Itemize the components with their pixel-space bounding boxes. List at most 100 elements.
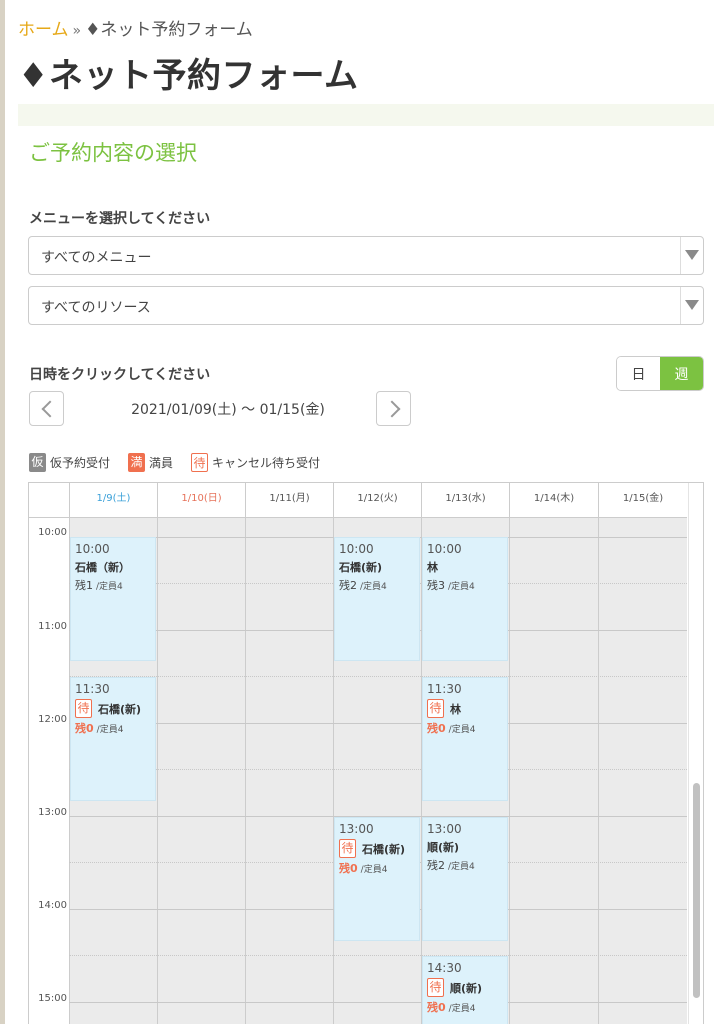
reservation-slot[interactable]: 13:00 待石橋(新) 残0/定員4 [334,817,420,941]
day-column[interactable] [509,518,598,1024]
waitlist-badge: 待 [75,699,92,718]
slot-staff: 待石橋(新) [75,699,151,718]
slot-staff-name: 石橋(新) [98,702,142,716]
day-column[interactable] [598,518,687,1024]
week-view-button[interactable]: 週 [660,357,703,390]
slot-staff-name: 石橋(新) [362,842,406,856]
time-label: 10:00 [38,527,67,538]
slot-capacity: /定員4 [96,725,124,735]
slot-staff-name: 順(新) [450,981,483,995]
grid-line [69,769,687,770]
slot-staff-name: 林 [427,561,438,574]
full-badge: 満 [128,453,146,472]
day-header: 1/14(木) [509,483,598,517]
slot-capacity: /定員4 [448,862,475,872]
slot-remaining: 残0/定員4 [427,720,503,736]
chevron-left-icon [41,400,59,418]
waitlist-badge: 待 [427,699,444,718]
resource-select-value: すべてのリソース [41,300,151,316]
legend-label: 満員 [149,456,174,470]
header-corner [29,483,69,517]
slot-staff: 待林 [427,699,503,718]
slot-remaining-count: 残3 [427,579,445,592]
page-title: ♦ネット予約フォーム [18,56,359,96]
slot-capacity: /定員4 [448,725,476,735]
day-view-button[interactable]: 日 [617,357,660,390]
reservation-slot[interactable]: 10:00 石橋（新） 残1/定員4 [70,537,156,661]
menu-select[interactable]: すべてのメニュー [28,236,704,275]
breadcrumb-home-link[interactable]: ホーム [18,20,69,40]
view-toggle: 日 週 [616,356,704,391]
slot-time: 11:30 [427,682,462,696]
slot-staff-name: 林 [450,702,461,716]
scrollbar-thumb[interactable] [693,783,700,998]
day-header: 1/13(水) [421,483,509,517]
slot-remaining-count: 残1 [75,579,93,592]
breadcrumb-current: ♦ネット予約フォーム [85,20,253,40]
slot-time: 10:00 [427,542,462,556]
time-label: 14:00 [38,900,67,911]
slot-remaining: 残0/定員4 [75,720,151,736]
resource-select[interactable]: すべてのリソース [28,286,704,325]
date-range: 2021/01/09(土) ～ 01/15(金) [131,402,325,418]
slot-capacity: /定員4 [96,582,123,592]
slot-remaining: 残2/定員4 [339,577,415,593]
day-header: 1/15(金) [598,483,687,517]
calendar-header: 1/9(土) 1/10(日) 1/11(月) 1/12(火) 1/13(水) 1… [29,483,687,518]
time-column: 10:00 11:00 12:00 13:00 14:00 15:00 [29,518,69,1024]
slot-time: 11:30 [75,682,110,696]
reservation-slot[interactable]: 11:30 待林 残0/定員4 [422,677,508,801]
day-column[interactable] [157,518,245,1024]
slot-staff: 林 [427,559,503,575]
slot-remaining: 残0/定員4 [339,860,415,876]
reservation-slot[interactable]: 11:30 待石橋(新) 残0/定員4 [70,677,156,801]
legend: 仮 仮予約受付 満 満員 待 キャンセル待ち受付 [29,453,338,472]
slot-capacity: /定員4 [360,582,387,592]
reservation-slot[interactable]: 14:30 待順(新) 残0/定員4 [422,956,508,1024]
left-border-stripe [0,0,5,1024]
resource-select-arrow-box [680,287,703,324]
slot-time: 13:00 [339,822,374,836]
day-header: 1/10(日) [157,483,245,517]
menu-select-label: メニューを選択してください [29,211,211,227]
slot-staff-name: 石橋（新） [75,561,130,574]
waitlist-badge: 待 [191,453,209,472]
reservation-slot[interactable]: 10:00 石橋(新) 残2/定員4 [334,537,420,661]
grid-line [69,676,687,677]
slot-capacity: /定員4 [448,582,475,592]
day-header: 1/9(土) [69,483,157,517]
slot-remaining: 残2/定員4 [427,857,503,873]
prev-week-button[interactable] [29,391,64,426]
legend-label: 仮予約受付 [50,456,111,470]
waitlist-badge: 待 [427,978,444,997]
breadcrumb: ホーム» ♦ネット予約フォーム [18,15,253,40]
grid-line [69,723,687,724]
calendar-body: 10:00 11:00 12:00 13:00 14:00 15:00 10:0… [29,518,687,1024]
time-label: 11:00 [38,621,67,632]
slot-time: 13:00 [427,822,462,836]
menu-select-value: すべてのメニュー [41,250,152,266]
breadcrumb-separator: » [72,23,82,39]
next-week-button[interactable] [376,391,411,426]
slot-remaining: 残3/定員4 [427,577,503,593]
chevron-down-icon [685,300,699,310]
slot-remaining-count: 残2 [339,579,357,592]
legend-item-waitlist: 待 キャンセル待ち受付 [191,453,320,472]
slot-remaining-count: 残0 [427,722,446,735]
provisional-badge: 仮 [29,453,46,472]
slot-remaining-count: 残0 [427,1001,446,1014]
slot-capacity: /定員4 [448,1004,476,1014]
reservation-slot[interactable]: 13:00 順(新) 残2/定員4 [422,817,508,941]
calendar-scrollbar[interactable] [688,483,703,1024]
day-column[interactable] [245,518,333,1024]
menu-select-arrow-box [680,237,703,274]
datetime-label: 日時をクリックしてください [29,367,211,383]
slot-remaining-count: 残0 [339,862,358,875]
slot-capacity: /定員4 [360,865,388,875]
slot-time: 10:00 [75,542,110,556]
reservation-slot[interactable]: 10:00 林 残3/定員4 [422,537,508,661]
legend-label: キャンセル待ち受付 [212,456,321,470]
legend-item-provisional: 仮 仮予約受付 [29,453,110,472]
slot-time: 14:30 [427,961,462,975]
slot-staff: 石橋(新) [339,559,415,575]
